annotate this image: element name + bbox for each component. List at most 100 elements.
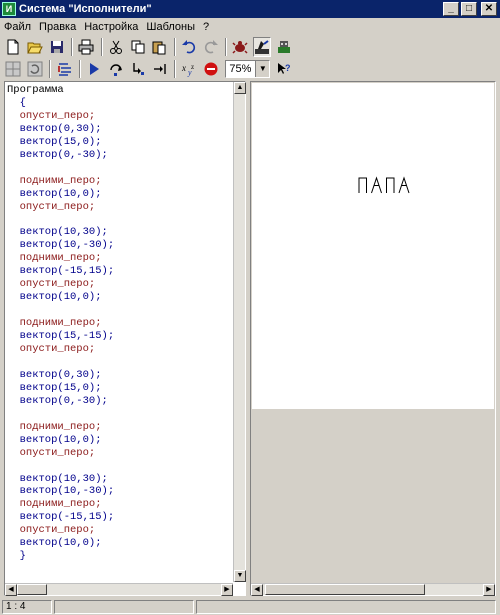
horizontal-scrollbar[interactable]: ◀ ▶	[5, 583, 233, 596]
step-over-icon	[110, 64, 123, 76]
code-line[interactable]: вектор(10,0);	[7, 537, 235, 550]
code-line[interactable]	[7, 408, 235, 421]
status-panel	[54, 599, 194, 614]
scroll-left-button[interactable]: ◀	[251, 584, 263, 596]
copy-icon	[131, 40, 145, 54]
scroll-up-button[interactable]: ▲	[234, 82, 246, 94]
code-line[interactable]: вектор(0,-30);	[7, 149, 235, 162]
print-button[interactable]	[77, 37, 96, 57]
code-text[interactable]: Программа { опусти_перо; вектор(0,30); в…	[7, 84, 235, 582]
run-to-cursor-button[interactable]	[150, 59, 169, 79]
code-line[interactable]: }	[7, 550, 235, 563]
drawing-area[interactable]: ◀ ▶	[250, 81, 496, 596]
refresh-button[interactable]	[26, 59, 45, 79]
code-line[interactable]: опусти_перо;	[7, 278, 235, 291]
code-line[interactable]: вектор(15,0);	[7, 136, 235, 149]
code-line[interactable]: Программа	[7, 84, 235, 97]
title-bar: И Система "Исполнители" _ □ ✕	[0, 0, 500, 18]
maximize-button[interactable]: □	[461, 2, 477, 16]
new-file-button[interactable]	[4, 37, 23, 57]
code-line[interactable]: опусти_перо;	[7, 110, 235, 123]
undo-button[interactable]	[180, 37, 199, 57]
code-line[interactable]: подними_перо;	[7, 317, 235, 330]
turtle-icon	[232, 41, 248, 54]
grid-icon	[5, 61, 21, 77]
code-line[interactable]	[7, 162, 235, 175]
executor-turtle-button[interactable]	[231, 37, 250, 57]
code-line[interactable]: вектор(15,0);	[7, 382, 235, 395]
code-line[interactable]: вектор(10,30);	[7, 226, 235, 239]
code-line[interactable]: опусти_перо;	[7, 447, 235, 460]
code-line[interactable]: {	[7, 97, 235, 110]
code-line[interactable]: вектор(10,30);	[7, 473, 235, 486]
list-icon	[57, 63, 71, 76]
close-button[interactable]: ✕	[481, 2, 497, 16]
scroll-right-button[interactable]: ▶	[483, 584, 495, 596]
robot-icon	[277, 41, 290, 53]
redo-button[interactable]	[201, 37, 220, 57]
code-line[interactable]	[7, 460, 235, 473]
step-over-button[interactable]	[107, 59, 126, 79]
code-line[interactable]: подними_перо;	[7, 175, 235, 188]
menu-file[interactable]: Файл	[4, 21, 31, 33]
code-line[interactable]: вектор(-15,15);	[7, 511, 235, 524]
menu-settings[interactable]: Настройка	[84, 21, 138, 33]
step-into-button[interactable]	[129, 59, 148, 79]
code-line[interactable]	[7, 214, 235, 227]
code-line[interactable]: вектор(15,-15);	[7, 330, 235, 343]
paste-button[interactable]	[150, 37, 169, 57]
minimize-button[interactable]: _	[443, 2, 459, 16]
menu-help[interactable]: ?	[203, 21, 209, 33]
scroll-right-button[interactable]: ▶	[221, 584, 233, 596]
vertical-scrollbar[interactable]: ▲ ▼	[233, 82, 246, 582]
scroll-down-button[interactable]: ▼	[234, 570, 246, 582]
code-line[interactable]: опусти_перо;	[7, 524, 235, 537]
code-line[interactable]: вектор(10,0);	[7, 188, 235, 201]
structure-button[interactable]	[55, 59, 74, 79]
code-line[interactable]	[7, 304, 235, 317]
code-line[interactable]: подними_перо;	[7, 498, 235, 511]
run-button[interactable]	[85, 59, 104, 79]
code-line[interactable]: вектор(-15,15);	[7, 265, 235, 278]
drawn-word-papa	[358, 176, 410, 194]
context-help-button[interactable]: ?	[274, 59, 293, 79]
menu-edit[interactable]: Правка	[39, 21, 76, 33]
code-line[interactable]: вектор(0,30);	[7, 369, 235, 382]
code-line[interactable]: вектор(10,-30);	[7, 485, 235, 498]
chevron-down-icon[interactable]: ▼	[255, 61, 270, 77]
canvas-horizontal-scrollbar[interactable]: ◀ ▶	[251, 583, 495, 596]
cut-button[interactable]	[107, 37, 126, 57]
variables-button[interactable]: xyz	[180, 59, 199, 79]
zoom-select[interactable]: 75% ▼	[225, 60, 271, 78]
save-button[interactable]	[47, 37, 66, 57]
toolbar-separator	[49, 60, 52, 78]
scroll-left-button[interactable]: ◀	[5, 584, 17, 596]
open-file-button[interactable]	[26, 37, 45, 57]
executor-robot-button[interactable]	[274, 37, 293, 57]
scroll-thumb[interactable]	[17, 584, 47, 595]
code-editor[interactable]: Программа { опусти_перо; вектор(0,30); в…	[4, 81, 246, 596]
toolbar-separator	[100, 38, 103, 56]
code-line[interactable]: вектор(10,0);	[7, 434, 235, 447]
app-icon: И	[2, 2, 16, 16]
scroll-thumb[interactable]	[265, 584, 425, 595]
grid-button[interactable]	[4, 59, 23, 79]
stop-button[interactable]	[202, 59, 221, 79]
code-line[interactable]: вектор(0,-30);	[7, 395, 235, 408]
menu-templates[interactable]: Шаблоны	[146, 21, 195, 33]
variables-icon: x yz	[181, 63, 194, 77]
executor-drawer-button[interactable]	[252, 37, 272, 57]
code-line[interactable]: вектор(10,0);	[7, 291, 235, 304]
code-line[interactable]	[7, 356, 235, 369]
code-line[interactable]: подними_перо;	[7, 252, 235, 265]
drawing-sheet	[252, 83, 494, 409]
code-line[interactable]: вектор(0,30);	[7, 123, 235, 136]
code-line[interactable]: опусти_перо;	[7, 201, 235, 214]
run-toolbar: xyz 75% ▼ ?	[4, 58, 296, 80]
window-title: Система "Исполнители"	[19, 3, 152, 15]
svg-text:?: ?	[285, 63, 291, 73]
code-line[interactable]: опусти_перо;	[7, 343, 235, 356]
copy-button[interactable]	[128, 37, 147, 57]
code-line[interactable]: подними_перо;	[7, 421, 235, 434]
code-line[interactable]: вектор(10,-30);	[7, 239, 235, 252]
